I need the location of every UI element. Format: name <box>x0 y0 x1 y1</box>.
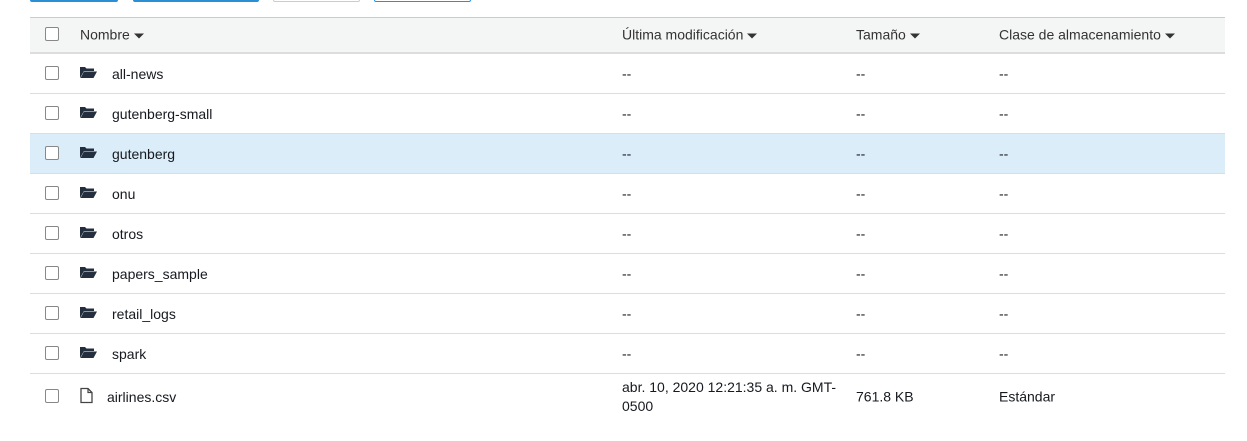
folder-open-icon <box>80 266 97 282</box>
size: -- <box>856 225 866 241</box>
folder-open-icon <box>80 226 97 242</box>
size: -- <box>856 265 866 281</box>
last-modified: -- <box>622 145 632 161</box>
last-modified: -- <box>622 105 632 121</box>
storage-class: -- <box>999 305 1009 321</box>
column-label: Clase de almacenamiento <box>999 26 1161 43</box>
column-header-storage-class[interactable]: Clase de almacenamiento <box>999 26 1175 45</box>
folder-open-icon <box>80 346 97 362</box>
table-row[interactable]: airlines.csv abr. 10, 2020 12:21:35 a. m… <box>30 374 1225 420</box>
folder-open-icon <box>80 66 97 82</box>
row-checkbox[interactable] <box>45 185 59 200</box>
object-name-link[interactable]: otros <box>112 226 143 242</box>
row-checkbox[interactable] <box>45 225 59 240</box>
last-modified: -- <box>622 65 632 81</box>
object-name-link[interactable]: all-news <box>112 66 163 82</box>
last-modified: -- <box>622 305 632 321</box>
storage-class: -- <box>999 225 1009 241</box>
table-row[interactable]: all-news -- -- -- <box>30 54 1225 94</box>
table-row[interactable]: otros -- -- -- <box>30 214 1225 254</box>
toolbar-button-1[interactable] <box>30 0 118 2</box>
folder-open-icon <box>80 106 97 122</box>
folder-open-icon <box>80 146 97 162</box>
object-name-link[interactable]: papers_sample <box>112 266 208 282</box>
object-name-link[interactable]: gutenberg-small <box>112 106 212 122</box>
column-label: Última modificación <box>622 26 744 43</box>
last-modified: -- <box>622 265 632 281</box>
sort-caret-icon <box>1164 33 1175 39</box>
row-checkbox[interactable] <box>45 105 59 120</box>
row-checkbox[interactable] <box>45 265 59 280</box>
object-name-link[interactable]: gutenberg <box>112 146 175 162</box>
storage-class: -- <box>999 145 1009 161</box>
storage-class: Estándar <box>999 388 1056 405</box>
object-name-link[interactable]: onu <box>112 186 135 202</box>
storage-class: -- <box>999 65 1009 81</box>
row-checkbox[interactable] <box>45 65 59 80</box>
toolbar-button-3[interactable] <box>273 0 360 2</box>
last-modified: abr. 10, 2020 12:21:35 a. m. GMT-0500 <box>622 379 837 414</box>
column-label: Tamaño <box>856 26 906 43</box>
table-row[interactable]: spark -- -- -- <box>30 334 1225 374</box>
sort-caret-icon <box>909 33 920 39</box>
size: -- <box>856 185 866 201</box>
column-header-modified[interactable]: Última modificación <box>622 26 758 45</box>
storage-class: -- <box>999 185 1009 201</box>
last-modified: -- <box>622 345 632 361</box>
select-all-checkbox[interactable] <box>45 27 59 41</box>
table-row[interactable]: papers_sample -- -- -- <box>30 254 1225 294</box>
column-header-name[interactable]: Nombre <box>80 26 144 45</box>
size: -- <box>856 345 866 361</box>
folder-open-icon <box>80 186 97 202</box>
size: -- <box>856 65 866 81</box>
object-name-link[interactable]: airlines.csv <box>107 389 176 405</box>
column-label: Nombre <box>80 26 130 43</box>
row-checkbox[interactable] <box>45 345 59 360</box>
objects-table: Nombre Última modificación Tamaño Clase … <box>30 17 1225 420</box>
toolbar-button-2[interactable] <box>133 0 259 2</box>
storage-class: -- <box>999 105 1009 121</box>
size: 761.8 KB <box>856 388 914 405</box>
table-row[interactable]: onu -- -- -- <box>30 174 1225 214</box>
table-row[interactable]: gutenberg-small -- -- -- <box>30 94 1225 134</box>
table-row[interactable]: gutenberg -- -- -- <box>30 134 1225 174</box>
size: -- <box>856 105 866 121</box>
storage-class: -- <box>999 345 1009 361</box>
object-name-link[interactable]: retail_logs <box>112 306 176 322</box>
row-checkbox[interactable] <box>45 389 59 403</box>
size: -- <box>856 145 866 161</box>
toolbar-button-4[interactable] <box>374 0 471 2</box>
storage-class: -- <box>999 265 1009 281</box>
row-checkbox[interactable] <box>45 305 59 320</box>
folder-open-icon <box>80 306 97 322</box>
last-modified: -- <box>622 225 632 241</box>
column-header-size[interactable]: Tamaño <box>856 26 920 45</box>
table-row[interactable]: retail_logs -- -- -- <box>30 294 1225 334</box>
last-modified: -- <box>622 185 632 201</box>
table-header: Nombre Última modificación Tamaño Clase … <box>30 17 1225 54</box>
sort-caret-icon <box>133 33 144 39</box>
file-icon <box>80 387 93 407</box>
size: -- <box>856 305 866 321</box>
object-name-link[interactable]: spark <box>112 346 146 362</box>
row-checkbox[interactable] <box>45 145 59 160</box>
sort-caret-icon <box>747 33 758 39</box>
